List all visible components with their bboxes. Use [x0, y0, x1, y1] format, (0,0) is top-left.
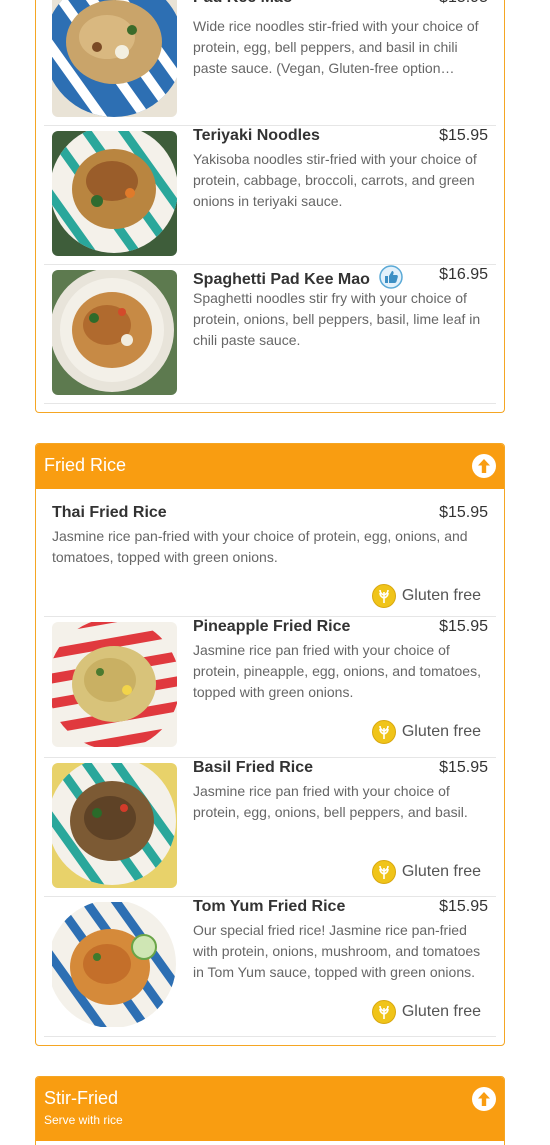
item-description: Jasmine rice pan fried with your choice … [193, 783, 468, 820]
noodles-panel: Pad Kee Mao $15.95 Wide rice noodles sti… [35, 0, 505, 413]
item-price: $15.95 [439, 898, 488, 915]
gluten-free-badge: Gluten free [371, 860, 481, 884]
gluten-free-badge: Gluten free [371, 584, 481, 608]
wheat-icon [371, 720, 396, 744]
wheat-icon [371, 584, 396, 608]
dish-photo [52, 763, 177, 888]
thumbs-up-icon [378, 265, 404, 289]
item-name: Basil Fried Rice [193, 759, 314, 776]
item-description: Jasmine rice pan-fried with your choice … [52, 528, 468, 565]
item-name: Spaghetti Pad Kee Mao [193, 271, 370, 288]
menu-item-tom-yum-fried-rice[interactable]: Tom Yum Fried Rice $15.95 Our special fr… [44, 897, 496, 1037]
gluten-free-label: Gluten free [401, 1003, 481, 1020]
gluten-free-badge: Gluten free [371, 720, 481, 744]
gluten-free-label: Gluten free [401, 723, 481, 740]
menu-item-spaghetti-pad-kee-mao[interactable]: Spaghetti Pad Kee Mao $16.95 Spaghetti n… [44, 265, 496, 404]
fried-rice-heading[interactable]: Fried Rice [36, 444, 504, 489]
item-price: $15.95 [439, 618, 488, 635]
menu-item-teriyaki-noodles[interactable]: Teriyaki Noodles $15.95 Yakisoba noodles… [44, 126, 496, 265]
section-title: Stir-Fried [44, 1088, 119, 1108]
item-description: Jasmine rice pan fried with your choice … [193, 642, 481, 700]
menu-item-basil-fried-rice[interactable]: Basil Fried Rice $15.95 Jasmine rice pan… [44, 758, 496, 897]
menu-item-pad-kee-mao[interactable]: Pad Kee Mao $15.95 Wide rice noodles sti… [44, 0, 496, 126]
wheat-icon [371, 1000, 396, 1024]
item-description: Yakisoba noodles stir-fried with your ch… [193, 151, 477, 209]
item-name-row: Spaghetti Pad Kee Mao [193, 265, 404, 290]
menu-item-thai-fried-rice[interactable]: Thai Fried Rice $15.95 Jasmine rice pan-… [44, 499, 496, 617]
gluten-free-label: Gluten free [401, 587, 481, 604]
menu-item-pineapple-fried-rice[interactable]: Pineapple Fried Rice $15.95 Jasmine rice… [44, 617, 496, 758]
dish-photo [52, 131, 177, 256]
arrow-up-icon[interactable] [472, 1087, 496, 1111]
item-price: $15.95 [439, 127, 488, 144]
fried-rice-panel: Fried Rice Thai Fried Rice $15.95 Jasmin… [35, 443, 505, 1046]
item-price: $15.95 [439, 0, 488, 8]
item-name: Tom Yum Fried Rice [193, 898, 346, 915]
dish-photo [52, 270, 177, 395]
dish-photo [52, 902, 177, 1027]
item-price: $16.95 [439, 266, 488, 283]
gluten-free-badge: Gluten free [371, 1000, 481, 1024]
item-name: Thai Fried Rice [52, 504, 167, 521]
gluten-free-label: Gluten free [401, 863, 481, 880]
dish-photo [52, 622, 177, 747]
stir-fried-heading[interactable]: Stir-Fried Serve with rice [36, 1077, 504, 1141]
item-name: Pineapple Fried Rice [193, 618, 351, 635]
stir-fried-panel: Stir-Fried Serve with rice [35, 1076, 505, 1145]
item-name: Teriyaki Noodles [193, 127, 320, 144]
item-description: Spaghetti noodles stir fry with your cho… [193, 290, 481, 348]
item-description: Our special fried rice! Jasmine rice pan… [193, 922, 481, 980]
item-price: $15.95 [439, 759, 488, 776]
arrow-up-icon[interactable] [472, 454, 496, 478]
item-price: $15.95 [439, 504, 488, 521]
section-subtitle: Serve with rice [44, 1113, 123, 1127]
wheat-icon [371, 860, 396, 884]
item-name: Pad Kee Mao [193, 0, 293, 8]
section-title: Fried Rice [44, 455, 127, 475]
dish-photo [52, 0, 177, 117]
item-description: Wide rice noodles stir-fried with your c… [193, 18, 479, 76]
